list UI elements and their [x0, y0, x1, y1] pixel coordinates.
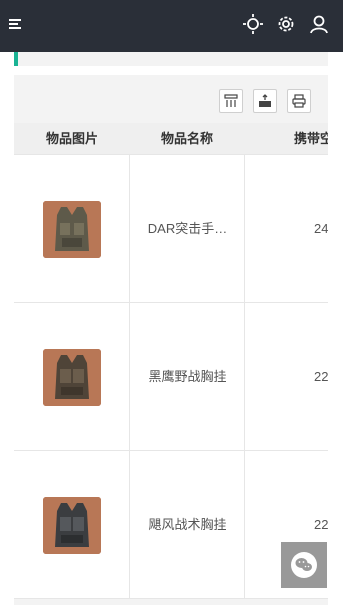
- vest-icon: [43, 349, 101, 406]
- item-thumbnail[interactable]: [43, 497, 101, 554]
- table-row[interactable]: DAR突击手… 24: [14, 155, 328, 303]
- item-name: 黑鹰野战胸挂: [148, 369, 227, 384]
- columns-icon: [224, 94, 238, 107]
- accent-marker: [14, 52, 18, 66]
- table-row[interactable]: 黑鹰野战胸挂 22: [14, 303, 328, 451]
- theme-toggle-button[interactable]: [242, 13, 264, 35]
- menu-icon: [9, 19, 21, 29]
- item-carry: 24: [314, 221, 328, 236]
- item-name: 飓风战术胸挂: [148, 517, 227, 532]
- item-carry: 22: [314, 369, 328, 384]
- image-cell: [14, 303, 130, 451]
- item-thumbnail[interactable]: [43, 349, 101, 406]
- top-navbar: [0, 0, 343, 52]
- settings-button[interactable]: [275, 13, 297, 35]
- wechat-float-button[interactable]: [281, 542, 327, 588]
- content-panel: 物品图片 物品名称 携带空 DAR突击手… 24 黑鹰野战胸挂 22 飓风战术胸…: [14, 75, 328, 605]
- items-table: 物品图片 物品名称 携带空 DAR突击手… 24 黑鹰野战胸挂 22 飓风战术胸…: [14, 123, 328, 599]
- item-name: DAR突击手…: [147, 221, 228, 236]
- export-button[interactable]: [253, 89, 277, 113]
- menu-toggle-button[interactable]: [8, 16, 24, 32]
- header-item-name[interactable]: 物品名称: [161, 123, 213, 155]
- print-icon: [292, 94, 306, 108]
- image-cell: [14, 155, 130, 303]
- wechat-icon: [291, 552, 317, 578]
- header-carry-space[interactable]: 携带空: [294, 123, 328, 155]
- table-header: 物品图片 物品名称 携带空: [14, 123, 328, 155]
- user-icon: [310, 15, 328, 34]
- vest-icon: [43, 497, 101, 554]
- sun-icon: [243, 14, 263, 34]
- print-button[interactable]: [287, 89, 311, 113]
- export-icon: [259, 94, 271, 107]
- user-button[interactable]: [308, 13, 330, 35]
- gear-icon: [278, 16, 294, 32]
- vest-icon: [43, 201, 101, 258]
- image-cell: [14, 451, 130, 599]
- column-toggle-button[interactable]: [219, 89, 243, 113]
- breadcrumb-bar: [14, 52, 328, 66]
- header-item-image[interactable]: 物品图片: [46, 123, 98, 155]
- item-thumbnail[interactable]: [43, 201, 101, 258]
